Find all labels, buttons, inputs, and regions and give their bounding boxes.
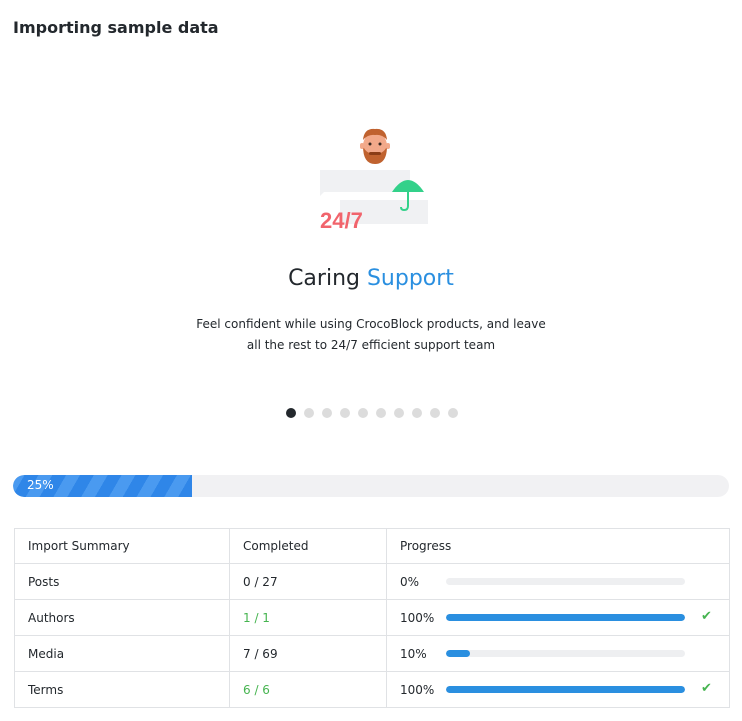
row-name: Posts	[14, 563, 230, 600]
slider-dot-3[interactable]	[322, 408, 332, 418]
slide-description: Feel confident while using CrocoBlock pr…	[196, 317, 546, 352]
row-progress-bar	[446, 578, 685, 585]
row-name: Authors	[14, 599, 230, 636]
column-header: Progress	[386, 528, 730, 564]
row-completed: 7 / 69	[229, 635, 387, 672]
row-progress-bar	[446, 686, 685, 693]
row-progress-percent: 0%	[400, 574, 420, 589]
slider-dot-4[interactable]	[340, 408, 350, 418]
row-completed: 0 / 27	[229, 563, 387, 600]
row-progress: 10%	[386, 635, 730, 672]
row-progress-fill	[446, 686, 685, 693]
row-progress: 100% ✔	[386, 599, 730, 636]
slider-dot-5[interactable]	[358, 408, 368, 418]
import-progress-bar: 25%	[13, 475, 729, 497]
slider-dot-9[interactable]	[430, 408, 440, 418]
column-header: Completed	[229, 528, 387, 564]
row-name: Media	[14, 635, 230, 672]
row-progress-bar	[446, 650, 685, 657]
import-summary-table: Import Summary Completed Progress Posts 0…	[14, 528, 730, 708]
row-completed: 6 / 6	[229, 671, 387, 708]
support-illustration: 24/7	[318, 124, 430, 234]
row-name: Terms	[14, 671, 230, 708]
slider-dot-10[interactable]	[448, 408, 458, 418]
slider-pagination	[286, 408, 458, 418]
table-header-row: Import Summary Completed Progress	[14, 528, 730, 564]
row-completed: 1 / 1	[229, 599, 387, 636]
slider-dot-7[interactable]	[394, 408, 404, 418]
row-progress: 0%	[386, 563, 730, 600]
row-progress-fill	[446, 650, 470, 657]
table-row: Media 7 / 69 10%	[14, 635, 730, 672]
row-progress-fill	[446, 614, 685, 621]
umbrella-icon	[392, 180, 424, 212]
table-row: Authors 1 / 1 100% ✔	[14, 599, 730, 636]
slider-dot-2[interactable]	[304, 408, 314, 418]
page-title: Importing sample data	[13, 18, 219, 37]
row-progress-percent: 100%	[400, 682, 435, 697]
row-progress-percent: 100%	[400, 610, 435, 625]
slider-dot-8[interactable]	[412, 408, 422, 418]
table-row: Terms 6 / 6 100% ✔	[14, 671, 730, 708]
checkmark-icon: ✔	[701, 609, 712, 624]
row-progress: 100% ✔	[386, 671, 730, 708]
row-progress-percent: 10%	[400, 646, 427, 661]
column-header: Import Summary	[14, 528, 230, 564]
slider-dot-1[interactable]	[286, 408, 296, 418]
table-row: Posts 0 / 27 0%	[14, 563, 730, 600]
support-agent-icon	[360, 128, 390, 164]
availability-badge: 24/7	[320, 208, 363, 233]
headline-accent: Support	[366, 266, 454, 291]
checkmark-icon: ✔	[701, 681, 712, 696]
slider-dot-6[interactable]	[376, 408, 386, 418]
row-progress-bar	[446, 614, 685, 621]
slide-headline: Caring Support	[288, 266, 454, 291]
progress-percent: 25%	[27, 478, 54, 492]
